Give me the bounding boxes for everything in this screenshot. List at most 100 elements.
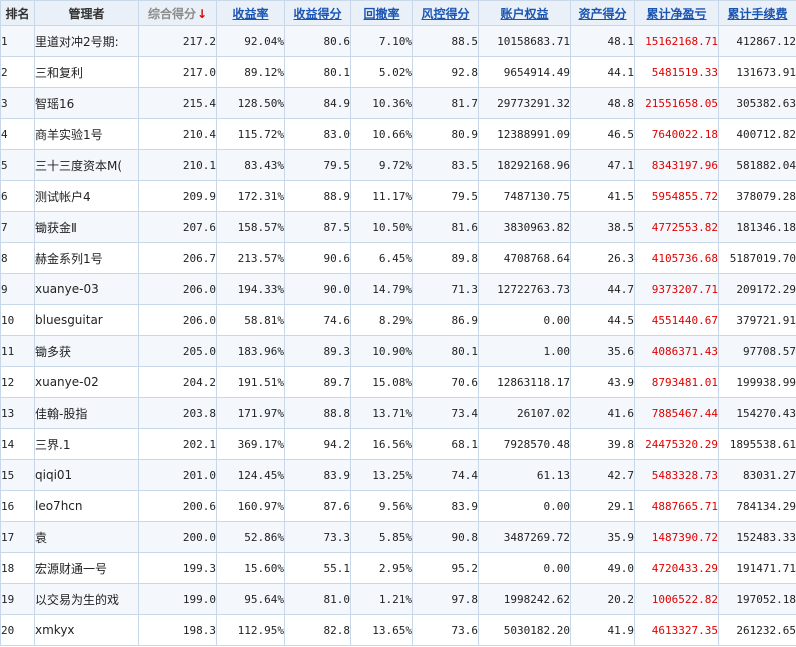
drawdown-rate: 10.50% [350,211,413,243]
account-equity: 12863118.17 [478,366,571,398]
risk-score: 71.3 [412,273,479,305]
manager-name: 三和复利 [34,56,139,88]
drawdown-rate: 9.72% [350,149,413,181]
account-equity: 12388991.09 [478,118,571,150]
return-score: 83.9 [284,459,351,491]
net-profit: 5954855.72 [634,180,719,212]
return-score: 89.3 [284,335,351,367]
return-score: 81.0 [284,583,351,615]
col-header-net-profit[interactable]: 累计净盈亏 [634,0,719,26]
manager-name: xmkyx [34,614,139,646]
total-score: 210.4 [138,118,217,150]
account-equity: 0.00 [478,304,571,336]
asset-score: 41.5 [570,180,635,212]
account-equity: 4708768.64 [478,242,571,274]
col-header-fees[interactable]: 累计手续费 [718,0,796,26]
rank-cell: 15 [0,459,35,491]
table-row: 11 锄多获 205.0 183.96% 89.3 10.90% 80.1 1.00 35.6 4… [0,335,796,367]
return-score: 80.1 [284,56,351,88]
return-rate: 115.72% [216,118,285,150]
col-header-rank: 排名 [0,0,35,26]
risk-score: 83.5 [412,149,479,181]
table-row: 3 智瑶16 215.4 128.50% 84.9 10.36% 81.7 29773291.… [0,87,796,119]
net-profit: 1487390.72 [634,521,719,553]
total-fees: 154270.43 [718,397,796,429]
total-fees: 784134.29 [718,490,796,522]
total-fees: 412867.12 [718,25,796,57]
table-row: 12 xuanye-02 204.2 191.51% 89.7 15.08% 70.6 128… [0,366,796,398]
risk-score: 95.2 [412,552,479,584]
table-row: 9 xuanye-03 206.0 194.33% 90.0 14.79% 71.3 1272… [0,273,796,305]
manager-name: 锄获金Ⅱ [34,211,139,243]
account-equity: 0.00 [478,552,571,584]
col-header-return-score[interactable]: 收益得分 [284,0,351,26]
risk-score: 81.6 [412,211,479,243]
manager-name: 佳翰-股指 [34,397,139,429]
asset-score: 44.5 [570,304,635,336]
net-profit: 9373207.71 [634,273,719,305]
drawdown-rate: 15.08% [350,366,413,398]
total-fees: 5187019.70 [718,242,796,274]
drawdown-rate: 14.79% [350,273,413,305]
risk-score: 86.9 [412,304,479,336]
total-score: 203.8 [138,397,217,429]
total-fees: 379721.91 [718,304,796,336]
table-row: 13 佳翰-股指 203.8 171.97% 88.8 13.71% 73.4 26107.0… [0,397,796,429]
total-fees: 378079.28 [718,180,796,212]
risk-score: 73.6 [412,614,479,646]
risk-score: 70.6 [412,366,479,398]
net-profit: 8343197.96 [634,149,719,181]
risk-score: 89.8 [412,242,479,274]
drawdown-rate: 7.10% [350,25,413,57]
manager-name: 三十三度资本M( [34,149,139,181]
return-score: 88.9 [284,180,351,212]
total-fees: 305382.63 [718,87,796,119]
risk-score: 88.5 [412,25,479,57]
table-row: 4 商羊实验1号 210.4 115.72% 83.0 10.66% 80.9 1238899… [0,118,796,150]
net-profit: 4720433.29 [634,552,719,584]
drawdown-rate: 13.65% [350,614,413,646]
total-fees: 209172.29 [718,273,796,305]
col-header-asset-score[interactable]: 资产得分 [570,0,635,26]
total-fees: 181346.18 [718,211,796,243]
return-rate: 92.04% [216,25,285,57]
col-header-risk-score[interactable]: 风控得分 [412,0,479,26]
drawdown-rate: 10.36% [350,87,413,119]
rank-cell: 19 [0,583,35,615]
drawdown-rate: 11.17% [350,180,413,212]
drawdown-rate: 6.45% [350,242,413,274]
rank-cell: 16 [0,490,35,522]
col-header-return-rate[interactable]: 收益率 [216,0,285,26]
asset-score: 38.5 [570,211,635,243]
net-profit: 8793481.01 [634,366,719,398]
risk-score: 80.1 [412,335,479,367]
asset-score: 44.7 [570,273,635,305]
account-equity: 5030182.20 [478,614,571,646]
drawdown-rate: 5.85% [350,521,413,553]
table-row: 6 测试帐户4 209.9 172.31% 88.9 11.17% 79.5 7487130.… [0,180,796,212]
rank-cell: 2 [0,56,35,88]
risk-score: 74.4 [412,459,479,491]
table-row: 5 三十三度资本M(210.1 83.43% 79.5 9.72% 83.5 1829216… [0,149,796,181]
return-score: 87.6 [284,490,351,522]
total-fees: 97708.57 [718,335,796,367]
col-header-manager: 管理者 [34,0,139,26]
asset-score: 41.6 [570,397,635,429]
total-score: 217.2 [138,25,217,57]
drawdown-rate: 5.02% [350,56,413,88]
table-row: 14 三界.1 202.1 369.17% 94.2 16.56% 68.1 7928570.… [0,428,796,460]
return-rate: 95.64% [216,583,285,615]
table-row: 16 leo7hcn 200.6 160.97% 87.6 9.56% 83.9 0.00 29… [0,490,796,522]
col-header-drawdown[interactable]: 回撤率 [350,0,413,26]
manager-name: 智瑶16 [34,87,139,119]
manager-name: 商羊实验1号 [34,118,139,150]
net-profit: 1006522.82 [634,583,719,615]
total-score: 217.0 [138,56,217,88]
col-header-equity[interactable]: 账户权益 [478,0,571,26]
account-equity: 3830963.82 [478,211,571,243]
return-rate: 83.43% [216,149,285,181]
col-header-total-score-label: 综合得分 [147,6,196,21]
total-score: 202.1 [138,428,217,460]
col-header-total-score[interactable]: 综合得分↓ [138,0,217,26]
account-equity: 61.13 [478,459,571,491]
